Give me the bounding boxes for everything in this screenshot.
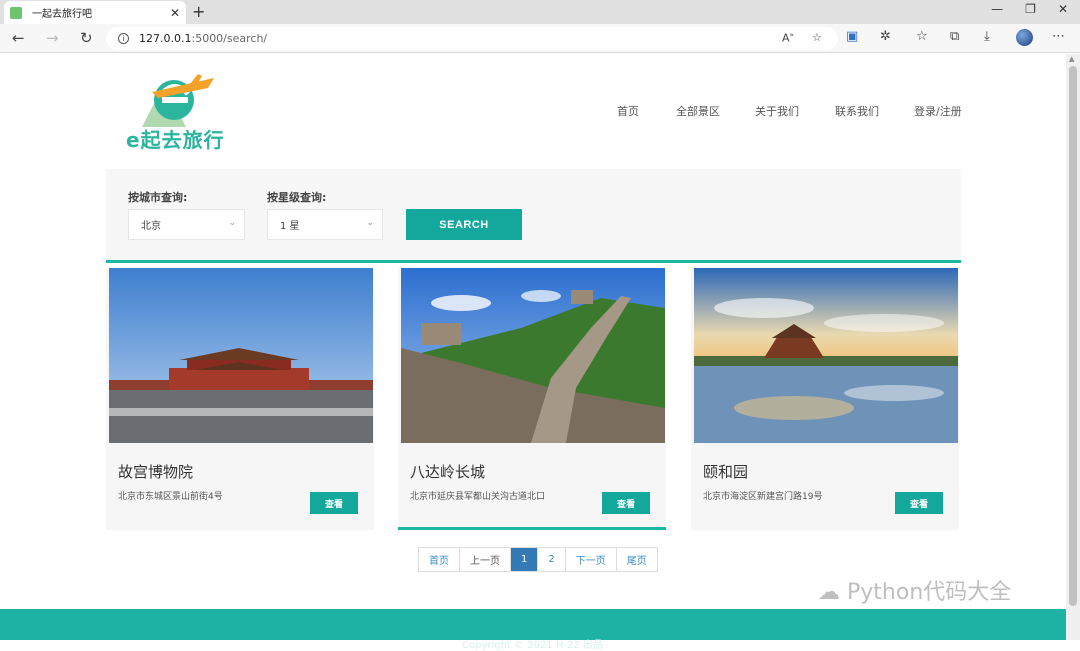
page-last[interactable]: 尾页 bbox=[616, 548, 657, 571]
nav-contact[interactable]: 联系我们 bbox=[835, 103, 879, 119]
view-button[interactable]: 查看 bbox=[895, 492, 943, 514]
footer-copyright: Copyright © 2021 H-22 出品 bbox=[462, 640, 603, 651]
back-icon[interactable]: ← bbox=[12, 29, 25, 47]
profile-avatar[interactable] bbox=[1016, 29, 1033, 46]
extensions-puzzle-icon[interactable]: ✲ bbox=[880, 29, 891, 44]
reload-icon[interactable]: ↻ bbox=[80, 29, 93, 47]
search-button[interactable]: SEARCH bbox=[406, 209, 522, 240]
favicon-icon bbox=[10, 6, 22, 19]
city-select[interactable]: 北京 ⌄ bbox=[128, 209, 245, 240]
url-field[interactable]: i 127.0.0.1:5000/search/ A» ☆ bbox=[106, 27, 838, 50]
nav-home[interactable]: 首页 bbox=[617, 103, 639, 119]
logo-text: e起去旅行 bbox=[126, 128, 225, 152]
address-bar: ← → ↻ i 127.0.0.1:5000/search/ A» ☆ ▣ ✲ … bbox=[0, 24, 1080, 53]
favorite-star-icon[interactable]: ☆ bbox=[812, 31, 822, 44]
view-button[interactable]: 查看 bbox=[310, 492, 358, 514]
nav-login-register[interactable]: 登录/注册 bbox=[914, 103, 962, 119]
tab-title: 一起去旅行吧 bbox=[32, 9, 92, 20]
summer-palace-image[interactable] bbox=[694, 268, 958, 443]
download-icon[interactable]: ⤓ bbox=[984, 29, 990, 44]
sight-card[interactable]: 故宫博物院 北京市东城区景山前街4号 查看 bbox=[106, 268, 374, 530]
star-select[interactable]: 1 星 ⌄ bbox=[267, 209, 383, 240]
star-label: 按星级查询: bbox=[267, 191, 327, 204]
new-tab-icon[interactable]: + bbox=[192, 2, 205, 21]
great-wall-image[interactable] bbox=[401, 268, 665, 443]
view-button[interactable]: 查看 bbox=[602, 492, 650, 514]
minimize-icon[interactable]: — bbox=[991, 2, 1003, 16]
chevron-down-icon: ⌄ bbox=[228, 218, 236, 228]
page-first[interactable]: 首页 bbox=[419, 548, 460, 571]
extension-icon[interactable]: ▣ bbox=[846, 29, 858, 44]
pagination: 首页 上一页 1 2 下一页 尾页 bbox=[418, 547, 658, 572]
info-icon[interactable]: i bbox=[118, 33, 129, 44]
collections-icon[interactable]: ⧉ bbox=[950, 29, 959, 44]
card-title: 故宫博物院 bbox=[118, 463, 194, 481]
scrollbar-thumb[interactable] bbox=[1069, 66, 1077, 606]
nav-all-sights[interactable]: 全部景区 bbox=[676, 103, 720, 119]
nav-about[interactable]: 关于我们 bbox=[755, 103, 799, 119]
page-2[interactable]: 2 bbox=[538, 548, 566, 571]
more-menu-icon[interactable]: ⋯ bbox=[1052, 29, 1065, 44]
scroll-up-icon[interactable]: ▲ bbox=[1069, 55, 1074, 63]
city-value: 北京 bbox=[141, 221, 161, 232]
sight-card[interactable]: 颐和园 北京市海淀区新建宫门路19号 查看 bbox=[691, 268, 959, 530]
city-label: 按城市查询: bbox=[128, 191, 188, 204]
close-window-icon[interactable]: ✕ bbox=[1058, 2, 1068, 16]
browser-tab[interactable]: 一起去旅行吧 ✕ bbox=[4, 1, 186, 24]
browser-tab-bar: 一起去旅行吧 ✕ + — ❐ ✕ bbox=[0, 0, 1080, 24]
sight-card[interactable]: 八达岭长城 北京市延庆县军都山关沟古道北口 查看 bbox=[398, 268, 666, 530]
restore-icon[interactable]: ❐ bbox=[1025, 2, 1036, 16]
card-title: 颐和园 bbox=[703, 463, 749, 481]
card-address: 北京市东城区景山前街4号 bbox=[118, 492, 223, 502]
chevron-down-icon: ⌄ bbox=[366, 218, 374, 228]
card-address: 北京市延庆县军都山关沟古道北口 bbox=[410, 492, 546, 502]
card-address: 北京市海淀区新建宫门路19号 bbox=[703, 492, 823, 502]
page-next[interactable]: 下一页 bbox=[565, 548, 617, 571]
star-value: 1 星 bbox=[280, 221, 300, 232]
page-prev[interactable]: 上一页 bbox=[460, 548, 511, 571]
card-title: 八达岭长城 bbox=[410, 463, 486, 481]
close-tab-icon[interactable]: ✕ bbox=[170, 6, 180, 20]
forward-icon[interactable]: → bbox=[46, 29, 59, 47]
read-aloud-icon[interactable]: A» bbox=[782, 31, 794, 45]
page-1[interactable]: 1 bbox=[511, 548, 539, 571]
favorites-icon[interactable]: ☆ bbox=[916, 29, 928, 44]
watermark: ☁ Python代码大全 bbox=[818, 580, 1012, 605]
palace-museum-image[interactable] bbox=[109, 268, 373, 443]
site-footer: Copyright © 2021 H-22 出品 bbox=[0, 609, 1066, 651]
url-text: 127.0.0.1:5000/search/ bbox=[139, 32, 268, 45]
